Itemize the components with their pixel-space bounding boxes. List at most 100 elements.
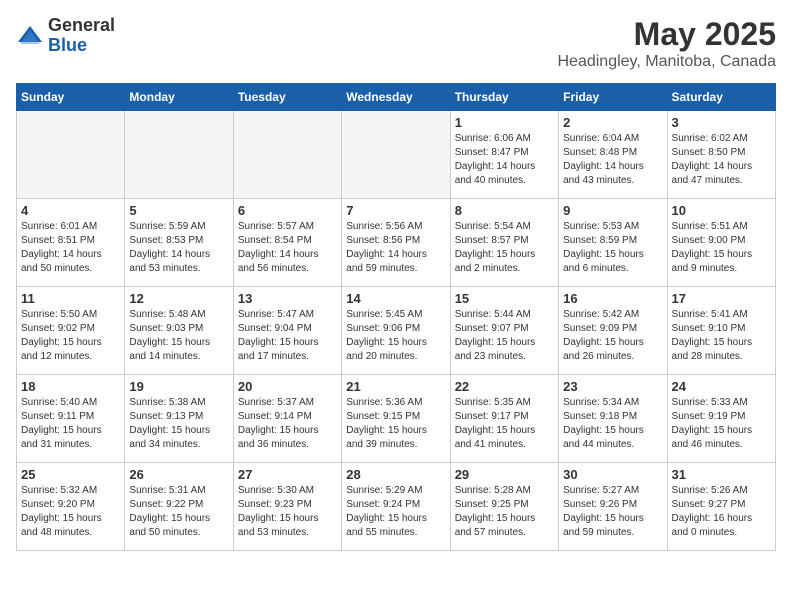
day-number: 27: [238, 467, 337, 482]
calendar-cell: 6Sunrise: 5:57 AMSunset: 8:54 PMDaylight…: [233, 199, 341, 287]
logo-text: General Blue: [48, 16, 115, 56]
calendar-cell: 18 Sunrise: 5:40 AMSunset: 9:11 PMDayligh…: [17, 375, 125, 463]
calendar-week-2: 4Sunrise: 6:01 AMSunset: 8:51 PMDaylight…: [17, 199, 776, 287]
cell-text: Sunrise: 5:56 AMSunset: 8:56 PMDaylight:…: [346, 220, 445, 276]
day-header-saturday: Saturday: [667, 84, 775, 111]
cell-text: Sunrise: 5:40 AMSunset: 9:11 PMDaylight:…: [21, 396, 120, 452]
day-number: 25: [21, 467, 120, 482]
calendar-cell: 13 Sunrise: 5:47 AMSunset: 9:04 PMDayligh…: [233, 287, 341, 375]
day-number: 22: [455, 379, 554, 394]
logo-icon: [16, 22, 44, 50]
day-number: 23: [563, 379, 662, 394]
cell-text: Sunrise: 6:06 AMSunset: 8:47 PMDaylight:…: [455, 132, 554, 188]
calendar-week-1: 1 Sunrise: 6:06 AMSunset: 8:47 PMDaylight…: [17, 111, 776, 199]
calendar-cell: 28Sunrise: 5:29 AMSunset: 9:24 PMDayligh…: [342, 463, 450, 551]
logo-general-label: General: [48, 16, 115, 36]
calendar-cell: 23 Sunrise: 5:34 AMSunset: 9:18 PMDayligh…: [559, 375, 667, 463]
calendar-cell: 9 Sunrise: 5:53 AMSunset: 8:59 PMDaylight…: [559, 199, 667, 287]
day-number: 31: [672, 467, 771, 482]
calendar-cell: 25Sunrise: 5:32 AMSunset: 9:20 PMDayligh…: [17, 463, 125, 551]
day-number: 20: [238, 379, 337, 394]
day-number: 12: [129, 291, 228, 306]
logo: General Blue: [16, 16, 115, 56]
calendar-cell: 20Sunrise: 5:37 AMSunset: 9:14 PMDayligh…: [233, 375, 341, 463]
cell-text: Sunrise: 5:42 AMSunset: 9:09 PMDaylight:…: [563, 308, 662, 364]
cell-text: Sunrise: 5:26 AMSunset: 9:27 PMDaylight:…: [672, 484, 771, 540]
day-header-sunday: Sunday: [17, 84, 125, 111]
day-number: 1: [455, 115, 554, 130]
calendar-cell: 7 Sunrise: 5:56 AMSunset: 8:56 PMDaylight…: [342, 199, 450, 287]
day-number: 24: [672, 379, 771, 394]
calendar-cell: 10 Sunrise: 5:51 AMSunset: 9:00 PMDayligh…: [667, 199, 775, 287]
calendar-header-row: SundayMondayTuesdayWednesdayThursdayFrid…: [17, 84, 776, 111]
calendar-cell: 14Sunrise: 5:45 AMSunset: 9:06 PMDayligh…: [342, 287, 450, 375]
calendar-cell: 12Sunrise: 5:48 AMSunset: 9:03 PMDayligh…: [125, 287, 233, 375]
day-number: 8: [455, 203, 554, 218]
calendar-cell: [17, 111, 125, 199]
calendar-cell: [125, 111, 233, 199]
day-number: 2: [563, 115, 662, 130]
cell-text: Sunrise: 5:33 AMSunset: 9:19 PMDaylight:…: [672, 396, 771, 452]
calendar-table: SundayMondayTuesdayWednesdayThursdayFrid…: [16, 83, 776, 551]
cell-text: Sunrise: 5:51 AMSunset: 9:00 PMDaylight:…: [672, 220, 771, 276]
cell-text: Sunrise: 5:53 AMSunset: 8:59 PMDaylight:…: [563, 220, 662, 276]
calendar-cell: 17 Sunrise: 5:41 AMSunset: 9:10 PMDayligh…: [667, 287, 775, 375]
calendar-cell: 3Sunrise: 6:02 AMSunset: 8:50 PMDaylight…: [667, 111, 775, 199]
calendar-cell: 11 Sunrise: 5:50 AMSunset: 9:02 PMDayligh…: [17, 287, 125, 375]
day-number: 10: [672, 203, 771, 218]
cell-text: Sunrise: 5:29 AMSunset: 9:24 PMDaylight:…: [346, 484, 445, 540]
day-number: 9: [563, 203, 662, 218]
cell-text: Sunrise: 5:38 AMSunset: 9:13 PMDaylight:…: [129, 396, 228, 452]
location-label: Headingley, Manitoba, Canada: [557, 53, 776, 71]
day-number: 21: [346, 379, 445, 394]
day-header-wednesday: Wednesday: [342, 84, 450, 111]
day-number: 13: [238, 291, 337, 306]
calendar-cell: 27 Sunrise: 5:30 AMSunset: 9:23 PMDayligh…: [233, 463, 341, 551]
cell-text: Sunrise: 5:30 AMSunset: 9:23 PMDaylight:…: [238, 484, 337, 540]
day-number: 14: [346, 291, 445, 306]
cell-text: Sunrise: 5:34 AMSunset: 9:18 PMDaylight:…: [563, 396, 662, 452]
calendar-cell: [233, 111, 341, 199]
day-number: 16: [563, 291, 662, 306]
cell-text: Sunrise: 5:47 AMSunset: 9:04 PMDaylight:…: [238, 308, 337, 364]
cell-text: Sunrise: 5:27 AMSunset: 9:26 PMDaylight:…: [563, 484, 662, 540]
cell-text: Sunrise: 5:59 AMSunset: 8:53 PMDaylight:…: [129, 220, 228, 276]
day-number: 26: [129, 467, 228, 482]
calendar-cell: 5 Sunrise: 5:59 AMSunset: 8:53 PMDaylight…: [125, 199, 233, 287]
day-number: 29: [455, 467, 554, 482]
calendar-cell: 26 Sunrise: 5:31 AMSunset: 9:22 PMDayligh…: [125, 463, 233, 551]
cell-text: Sunrise: 5:31 AMSunset: 9:22 PMDaylight:…: [129, 484, 228, 540]
day-number: 30: [563, 467, 662, 482]
calendar-cell: 31 Sunrise: 5:26 AMSunset: 9:27 PMDayligh…: [667, 463, 775, 551]
calendar-cell: 21 Sunrise: 5:36 AMSunset: 9:15 PMDayligh…: [342, 375, 450, 463]
day-header-thursday: Thursday: [450, 84, 558, 111]
day-number: 17: [672, 291, 771, 306]
cell-text: Sunrise: 6:02 AMSunset: 8:50 PMDaylight:…: [672, 132, 771, 188]
calendar-cell: 22Sunrise: 5:35 AMSunset: 9:17 PMDayligh…: [450, 375, 558, 463]
calendar-cell: [342, 111, 450, 199]
day-header-tuesday: Tuesday: [233, 84, 341, 111]
cell-text: Sunrise: 5:36 AMSunset: 9:15 PMDaylight:…: [346, 396, 445, 452]
cell-text: Sunrise: 5:28 AMSunset: 9:25 PMDaylight:…: [455, 484, 554, 540]
day-number: 7: [346, 203, 445, 218]
day-number: 11: [21, 291, 120, 306]
cell-text: Sunrise: 5:41 AMSunset: 9:10 PMDaylight:…: [672, 308, 771, 364]
cell-text: Sunrise: 5:50 AMSunset: 9:02 PMDaylight:…: [21, 308, 120, 364]
cell-text: Sunrise: 6:04 AMSunset: 8:48 PMDaylight:…: [563, 132, 662, 188]
calendar-cell: 24 Sunrise: 5:33 AMSunset: 9:19 PMDayligh…: [667, 375, 775, 463]
day-number: 5: [129, 203, 228, 218]
calendar-cell: 1 Sunrise: 6:06 AMSunset: 8:47 PMDaylight…: [450, 111, 558, 199]
title-block: May 2025 Headingley, Manitoba, Canada: [557, 16, 776, 71]
calendar-cell: 8Sunrise: 5:54 AMSunset: 8:57 PMDaylight…: [450, 199, 558, 287]
calendar-cell: 30 Sunrise: 5:27 AMSunset: 9:26 PMDayligh…: [559, 463, 667, 551]
calendar-cell: 15Sunrise: 5:44 AMSunset: 9:07 PMDayligh…: [450, 287, 558, 375]
day-number: 18: [21, 379, 120, 394]
calendar-week-3: 11 Sunrise: 5:50 AMSunset: 9:02 PMDayligh…: [17, 287, 776, 375]
calendar-cell: 19Sunrise: 5:38 AMSunset: 9:13 PMDayligh…: [125, 375, 233, 463]
calendar-cell: 29 Sunrise: 5:28 AMSunset: 9:25 PMDayligh…: [450, 463, 558, 551]
day-number: 4: [21, 203, 120, 218]
calendar-cell: 4Sunrise: 6:01 AMSunset: 8:51 PMDaylight…: [17, 199, 125, 287]
logo-blue-label: Blue: [48, 36, 115, 56]
day-header-friday: Friday: [559, 84, 667, 111]
calendar-week-4: 18 Sunrise: 5:40 AMSunset: 9:11 PMDayligh…: [17, 375, 776, 463]
